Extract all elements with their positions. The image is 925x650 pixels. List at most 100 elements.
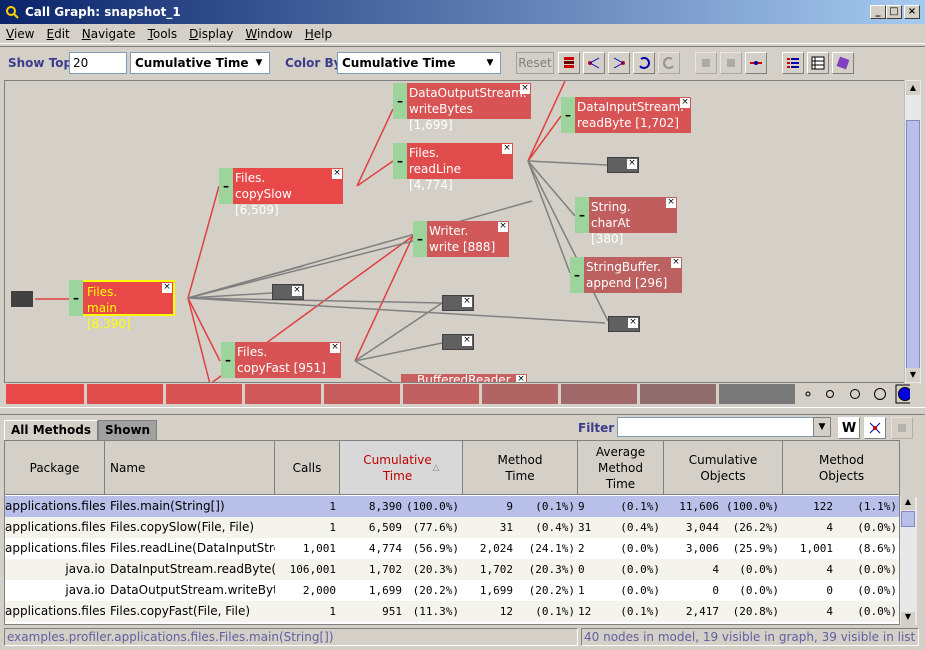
clear-filter-icon[interactable] xyxy=(891,417,913,439)
filter-dropdown-icon[interactable]: ▼ xyxy=(813,417,831,437)
minimize-button[interactable]: _ xyxy=(870,5,886,19)
collapse-icon[interactable]: – xyxy=(413,221,427,257)
node-files-main[interactable]: – Files. main [8,390] × xyxy=(69,280,175,331)
nav-back-icon[interactable] xyxy=(695,52,717,74)
tab-all-methods[interactable]: All Methods xyxy=(4,420,99,440)
table-row[interactable]: applications.files Files.main(String[]) 1 8… xyxy=(5,496,899,517)
collapse-icon[interactable]: – xyxy=(69,280,83,316)
collapse-icon[interactable]: – xyxy=(219,168,233,204)
path-icon[interactable] xyxy=(745,52,767,74)
collapse-icon[interactable]: – xyxy=(575,197,589,233)
call-graph-canvas[interactable]: – Files. main [8,390] × – Files. copySlo… xyxy=(4,80,907,383)
close-icon[interactable]: × xyxy=(627,159,637,169)
node-files-copyslow[interactable]: – Files. copySlow [6,509] × xyxy=(219,168,343,217)
close-icon[interactable]: × xyxy=(671,258,681,268)
maximize-button[interactable]: □ xyxy=(886,5,902,19)
menu-tools[interactable]: Tools xyxy=(142,27,184,41)
filter-input[interactable] xyxy=(617,417,817,437)
table-row[interactable]: applications.files Files.readLine(DataInp… xyxy=(5,538,899,559)
close-icon[interactable]: × xyxy=(462,297,472,307)
col-cumulative-objects[interactable]: Cumulative Objects xyxy=(664,441,783,495)
zoom-circles[interactable] xyxy=(800,383,910,407)
table-view-icon[interactable] xyxy=(807,52,829,74)
scroll-down-icon[interactable]: ▼ xyxy=(901,612,915,625)
split-pane-divider[interactable] xyxy=(0,407,925,415)
close-icon[interactable]: × xyxy=(628,318,638,328)
node-writer-write[interactable]: – Writer. write [888] × xyxy=(413,221,509,257)
close-button[interactable]: × xyxy=(904,5,920,19)
graph-filter-icon[interactable] xyxy=(864,417,886,439)
scroll-up-icon[interactable]: ▲ xyxy=(901,497,915,510)
close-icon[interactable]: × xyxy=(516,375,526,382)
scroll-up-icon[interactable]: ▲ xyxy=(906,81,920,95)
close-icon[interactable]: × xyxy=(680,98,690,108)
close-icon[interactable]: × xyxy=(292,286,302,296)
col-cumulative-time[interactable]: Cumulative Time △ xyxy=(340,441,463,495)
scroll-down-icon[interactable]: ▼ xyxy=(906,368,920,382)
close-icon[interactable]: × xyxy=(332,169,342,179)
export-icon[interactable] xyxy=(832,52,854,74)
col-package[interactable]: Package xyxy=(5,441,105,495)
node-string-charat[interactable]: – String. charAt [380] × xyxy=(575,197,677,246)
close-icon[interactable]: × xyxy=(498,222,508,232)
table-row[interactable]: java.io DataInputStream.readByte() 106,001… xyxy=(5,559,899,580)
graph-vertical-scrollbar[interactable]: ▲ ▼ xyxy=(904,80,921,383)
collapse-icon[interactable]: – xyxy=(561,97,575,133)
collapsed-node[interactable]: × xyxy=(272,284,304,300)
cell-amtp: (0.0%) xyxy=(620,584,660,597)
close-icon[interactable]: × xyxy=(462,336,472,346)
nav-forward-icon[interactable] xyxy=(720,52,742,74)
menu-navigate[interactable]: Navigate xyxy=(76,27,142,41)
close-icon[interactable]: × xyxy=(520,84,530,94)
col-method-objects[interactable]: Method Objects xyxy=(783,441,899,495)
node-dataoutputstream-writebytes[interactable]: – DataOutputStream. writeBytes [1,699] × xyxy=(393,83,531,132)
menu-help[interactable]: Help xyxy=(299,27,338,41)
table-row[interactable]: applications.files Files.copySlow(File, F… xyxy=(5,517,899,538)
node-copyslow-line2: copySlow [6,509] xyxy=(235,187,292,217)
list-view-icon[interactable] xyxy=(782,52,804,74)
close-icon[interactable]: × xyxy=(502,144,512,154)
node-datainputstream-readbyte[interactable]: – DataInputStream. readByte [1,702] × xyxy=(561,97,691,133)
w-filter-icon[interactable]: W xyxy=(838,417,860,439)
collapse-icon[interactable]: – xyxy=(393,143,407,179)
redo-icon[interactable] xyxy=(658,52,680,74)
table-vertical-scrollbar[interactable]: ▲ ▼ xyxy=(900,497,917,625)
close-icon[interactable]: × xyxy=(330,343,340,353)
collapsed-node[interactable]: × xyxy=(442,334,474,350)
close-icon[interactable]: × xyxy=(666,198,676,208)
collapsed-node[interactable]: × xyxy=(608,316,640,332)
root-node[interactable] xyxy=(11,291,33,307)
reset-button[interactable]: Reset xyxy=(516,52,554,74)
expand-callees-icon[interactable] xyxy=(608,52,630,74)
sort-combo[interactable]: Cumulative Time ▼ xyxy=(130,52,270,74)
scroll-thumb[interactable] xyxy=(906,120,920,375)
collapsed-node[interactable]: × xyxy=(442,295,474,311)
close-icon[interactable]: × xyxy=(162,283,172,293)
color-by-combo[interactable]: Cumulative Time ▼ xyxy=(337,52,501,74)
menu-edit[interactable]: Edit xyxy=(40,27,75,41)
scroll-thumb[interactable] xyxy=(901,511,915,527)
tab-shown[interactable]: Shown xyxy=(98,420,158,440)
node-stringbuffer-append[interactable]: – StringBuffer. append [296] × xyxy=(570,257,682,293)
menu-window[interactable]: Window xyxy=(239,27,298,41)
method-tabs: All Methods Shown xyxy=(4,420,158,440)
table-row[interactable]: java.io DataOutputStream.writeByte 2,000 1,… xyxy=(5,580,899,601)
col-method-time[interactable]: Method Time xyxy=(463,441,578,495)
node-files-copyfast[interactable]: – Files. copyFast [951] × xyxy=(221,342,341,378)
expand-callers-icon[interactable] xyxy=(583,52,605,74)
col-calls[interactable]: Calls xyxy=(275,441,340,495)
col-average-method-time[interactable]: Average Method Time xyxy=(578,441,664,495)
collapse-icon[interactable]: – xyxy=(393,83,407,119)
menu-display[interactable]: Display xyxy=(183,27,239,41)
collapse-icon[interactable]: – xyxy=(221,342,235,378)
col-name[interactable]: Name xyxy=(105,441,275,495)
node-files-readline[interactable]: – Files. readLine [4,774] × xyxy=(393,143,513,192)
filter-stack-icon[interactable] xyxy=(558,52,580,74)
show-top-input[interactable]: 20 xyxy=(69,52,127,74)
undo-icon[interactable] xyxy=(633,52,655,74)
collapsed-node[interactable]: × xyxy=(607,157,639,173)
collapse-icon[interactable]: – xyxy=(570,257,584,293)
menu-view[interactable]: View xyxy=(0,27,40,41)
node-bufferedreader[interactable]: BufferedReader × xyxy=(401,374,527,382)
table-row[interactable]: applications.files Files.copyFast(File, F… xyxy=(5,601,899,622)
